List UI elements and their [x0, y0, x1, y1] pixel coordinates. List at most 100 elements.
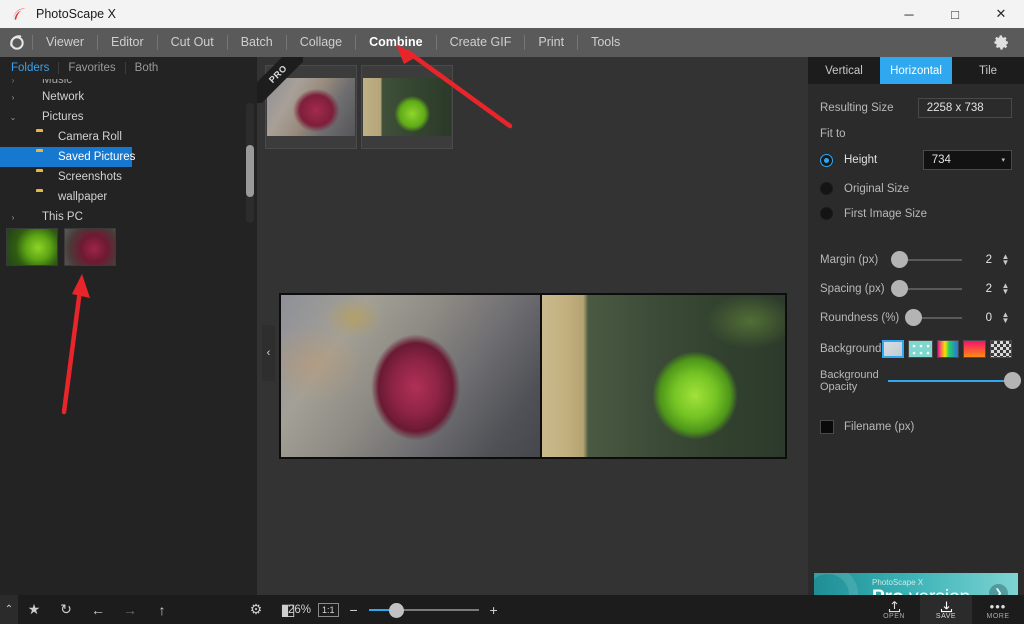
pro-banner-small-label: PhotoScape X — [872, 578, 924, 587]
more-button-label: MORE — [986, 613, 1010, 620]
chevron-right-icon[interactable]: › — [6, 93, 20, 102]
sidebar-tab-favorites[interactable]: Favorites — [59, 57, 124, 79]
background-swatch-rainbow[interactable] — [937, 340, 960, 358]
chevron-right-icon[interactable]: › — [6, 213, 20, 222]
close-button[interactable]: ✕ — [978, 0, 1024, 28]
network-icon — [20, 91, 37, 104]
tree-scrollbar[interactable] — [246, 103, 254, 223]
forward-arrow-icon[interactable]: → — [114, 595, 146, 624]
tree-item-network[interactable]: › Network — [0, 87, 257, 107]
gear-icon[interactable] — [984, 28, 1018, 57]
background-opacity-track[interactable] — [888, 372, 1021, 389]
background-opacity-knob[interactable] — [1004, 372, 1021, 389]
spacing-slider-row[interactable]: Spacing (px) 2 ▲ ▼ — [808, 280, 1024, 297]
zoom-slider-knob[interactable] — [388, 602, 404, 618]
tree-item-label: Screenshots — [58, 171, 122, 183]
roundness-slider-track[interactable] — [905, 309, 962, 326]
menu-item-viewer[interactable]: Viewer — [33, 28, 97, 57]
background-swatch-pink-gradient[interactable] — [963, 340, 986, 358]
fit-to-row: Fit to — [808, 128, 1024, 140]
sidebar-item-saved-pictures[interactable]: Saved Pictures — [0, 147, 135, 167]
photoscape-window: PhotoScape X ─ □ ✕ Viewer Editor Cut Out… — [0, 0, 1024, 624]
tree-item-camera-roll[interactable]: Camera Roll — [0, 127, 257, 147]
height-select[interactable]: 734 ▾ — [922, 150, 1012, 170]
roundness-slider-knob[interactable] — [905, 309, 922, 326]
panel-collapse-handle[interactable]: ‹ — [262, 325, 275, 381]
spacing-slider-knob[interactable] — [891, 280, 908, 297]
margin-stepper[interactable]: ▲ ▼ — [999, 253, 1012, 267]
tree-item-this-pc[interactable]: › This PC — [0, 207, 257, 225]
chevron-right-icon[interactable]: › — [6, 79, 20, 85]
radio-first-image-size[interactable] — [820, 207, 833, 220]
menu-item-tools[interactable]: Tools — [578, 28, 633, 57]
menu-item-combine[interactable]: Combine — [356, 28, 435, 57]
open-upload-icon — [888, 601, 900, 613]
background-swatch-transparent[interactable] — [989, 340, 1012, 358]
filename-row[interactable]: Filename (px) — [808, 420, 1024, 434]
roundness-stepper[interactable]: ▲ ▼ — [999, 311, 1012, 325]
tab-horizontal[interactable]: Horizontal — [880, 57, 952, 84]
sidebar-collapse-button[interactable]: ⌃ — [0, 595, 18, 624]
up-arrow-icon[interactable]: ↑ — [146, 595, 178, 624]
background-opacity-row[interactable]: Background Opacity — [808, 369, 1024, 393]
radio-height[interactable] — [820, 153, 833, 167]
fit-option-first-image-row[interactable]: First Image Size — [808, 207, 1024, 220]
tree-item-wallpaper[interactable]: wallpaper — [0, 187, 257, 207]
refresh-icon[interactable]: ↻ — [50, 595, 82, 624]
margin-slider-track[interactable] — [891, 251, 962, 268]
tab-vertical[interactable]: Vertical — [808, 57, 880, 84]
more-button[interactable]: ••• MORE — [972, 595, 1024, 624]
zoom-one-to-one-button[interactable]: 1:1 — [318, 602, 339, 617]
stepper-down-icon[interactable]: ▼ — [1002, 317, 1010, 325]
chevron-down-icon[interactable]: ⌄ — [6, 113, 20, 122]
spacing-slider-track[interactable] — [891, 280, 962, 297]
maximize-button[interactable]: □ — [932, 0, 978, 28]
spacing-stepper[interactable]: ▲ ▼ — [999, 282, 1012, 296]
zoom-out-button[interactable]: − — [346, 595, 362, 624]
margin-label: Margin (px) — [820, 254, 879, 266]
menu-item-batch[interactable]: Batch — [228, 28, 286, 57]
roundness-slider-row[interactable]: Roundness (%) 0 ▲ ▼ — [808, 309, 1024, 326]
menu-item-create-gif[interactable]: Create GIF — [437, 28, 525, 57]
combined-image-preview[interactable] — [278, 293, 787, 459]
pro-ribbon-badge[interactable]: PRO — [257, 57, 303, 103]
folder-icon — [36, 131, 53, 144]
file-thumbnail-green-apple[interactable] — [6, 228, 58, 266]
bottom-left-tools: ⌃ ★ ↻ ← → ↑ ⚙ ◧ — [0, 595, 304, 624]
save-button[interactable]: SAVE — [920, 595, 972, 624]
radio-original-size[interactable] — [820, 182, 833, 195]
tree-scrollbar-thumb[interactable] — [246, 145, 254, 197]
zoom-in-button[interactable]: + — [486, 595, 502, 624]
menu-item-collage[interactable]: Collage — [287, 28, 355, 57]
tree-item-screenshots[interactable]: Screenshots — [0, 167, 257, 187]
tab-tile[interactable]: Tile — [952, 57, 1024, 84]
back-arrow-icon[interactable]: ← — [82, 595, 114, 624]
fit-to-label: Fit to — [820, 128, 846, 140]
stepper-down-icon[interactable]: ▼ — [1002, 259, 1010, 267]
file-thumbnail-red-apple[interactable] — [64, 228, 116, 266]
filename-checkbox[interactable] — [820, 420, 834, 434]
zoom-slider[interactable] — [368, 602, 479, 618]
favorites-star-icon[interactable]: ★ — [18, 595, 50, 624]
strip-item-green-apple[interactable] — [361, 65, 453, 149]
menu-item-editor[interactable]: Editor — [98, 28, 157, 57]
minimize-button[interactable]: ─ — [886, 0, 932, 28]
fit-option-height-row[interactable]: Height 734 ▾ — [808, 150, 1024, 170]
background-swatch-solid[interactable] — [881, 340, 905, 358]
background-swatch-pattern[interactable] — [908, 340, 934, 358]
tree-item-pictures[interactable]: ⌄ Pictures — [0, 107, 257, 127]
photoscape-mark-icon[interactable] — [0, 28, 32, 57]
sidebar-tab-both[interactable]: Both — [126, 57, 168, 79]
stepper-down-icon[interactable]: ▼ — [1002, 288, 1010, 296]
fit-option-original-row[interactable]: Original Size — [808, 182, 1024, 195]
tree-item-music[interactable]: › Music — [0, 79, 257, 87]
tree-item-label: Pictures — [42, 111, 84, 123]
sidebar-tab-folders[interactable]: Folders — [2, 57, 58, 79]
menu-item-print[interactable]: Print — [525, 28, 577, 57]
open-button[interactable]: OPEN — [868, 595, 920, 624]
menu-item-cut-out[interactable]: Cut Out — [158, 28, 227, 57]
pro-ribbon-label: PRO — [257, 57, 303, 103]
settings-gear-icon[interactable]: ⚙ — [240, 595, 272, 624]
margin-slider-knob[interactable] — [891, 251, 908, 268]
margin-slider-row[interactable]: Margin (px) 2 ▲ ▼ — [808, 251, 1024, 268]
